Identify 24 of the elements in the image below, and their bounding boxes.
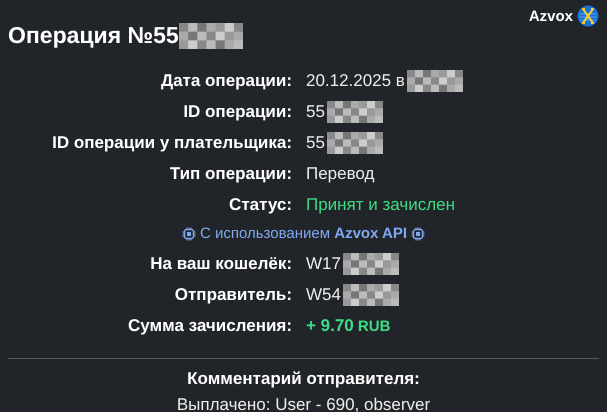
comment-title: Комментарий отправителя: (187, 369, 420, 389)
api-note: С использованием Azvox API (200, 224, 408, 244)
logo-icon (577, 5, 599, 27)
comment-text: Выплачено: User - 690, observer (176, 395, 430, 412)
field-label: Сумма зачисления: (128, 315, 292, 337)
field-value: Перевод (306, 163, 374, 185)
field-label: Тип операции: (170, 163, 292, 185)
field-label: ID операции: (183, 101, 292, 123)
field-value: W54 (306, 284, 341, 306)
field-value: W17 (306, 253, 341, 275)
brand-name: Azvox (528, 8, 573, 24)
chip-icon (411, 227, 426, 241)
field-label: Статус: (229, 194, 292, 216)
field-value: 55 (306, 101, 325, 123)
field-label: Отправитель: (174, 284, 292, 306)
field-label: На ваш кошелёк: (150, 253, 292, 275)
field-value: 20.12.2025 в (306, 70, 405, 92)
field-value: 55 (306, 132, 325, 154)
field-value: Принят и зачислен (306, 194, 455, 216)
field-label: ID операции у плательщика: (52, 132, 292, 154)
field-label: Дата операции: (160, 70, 292, 92)
field-value: + 9.70 RUB (306, 315, 390, 337)
page-title: Операция №55 (8, 22, 179, 49)
chip-icon (182, 227, 196, 241)
